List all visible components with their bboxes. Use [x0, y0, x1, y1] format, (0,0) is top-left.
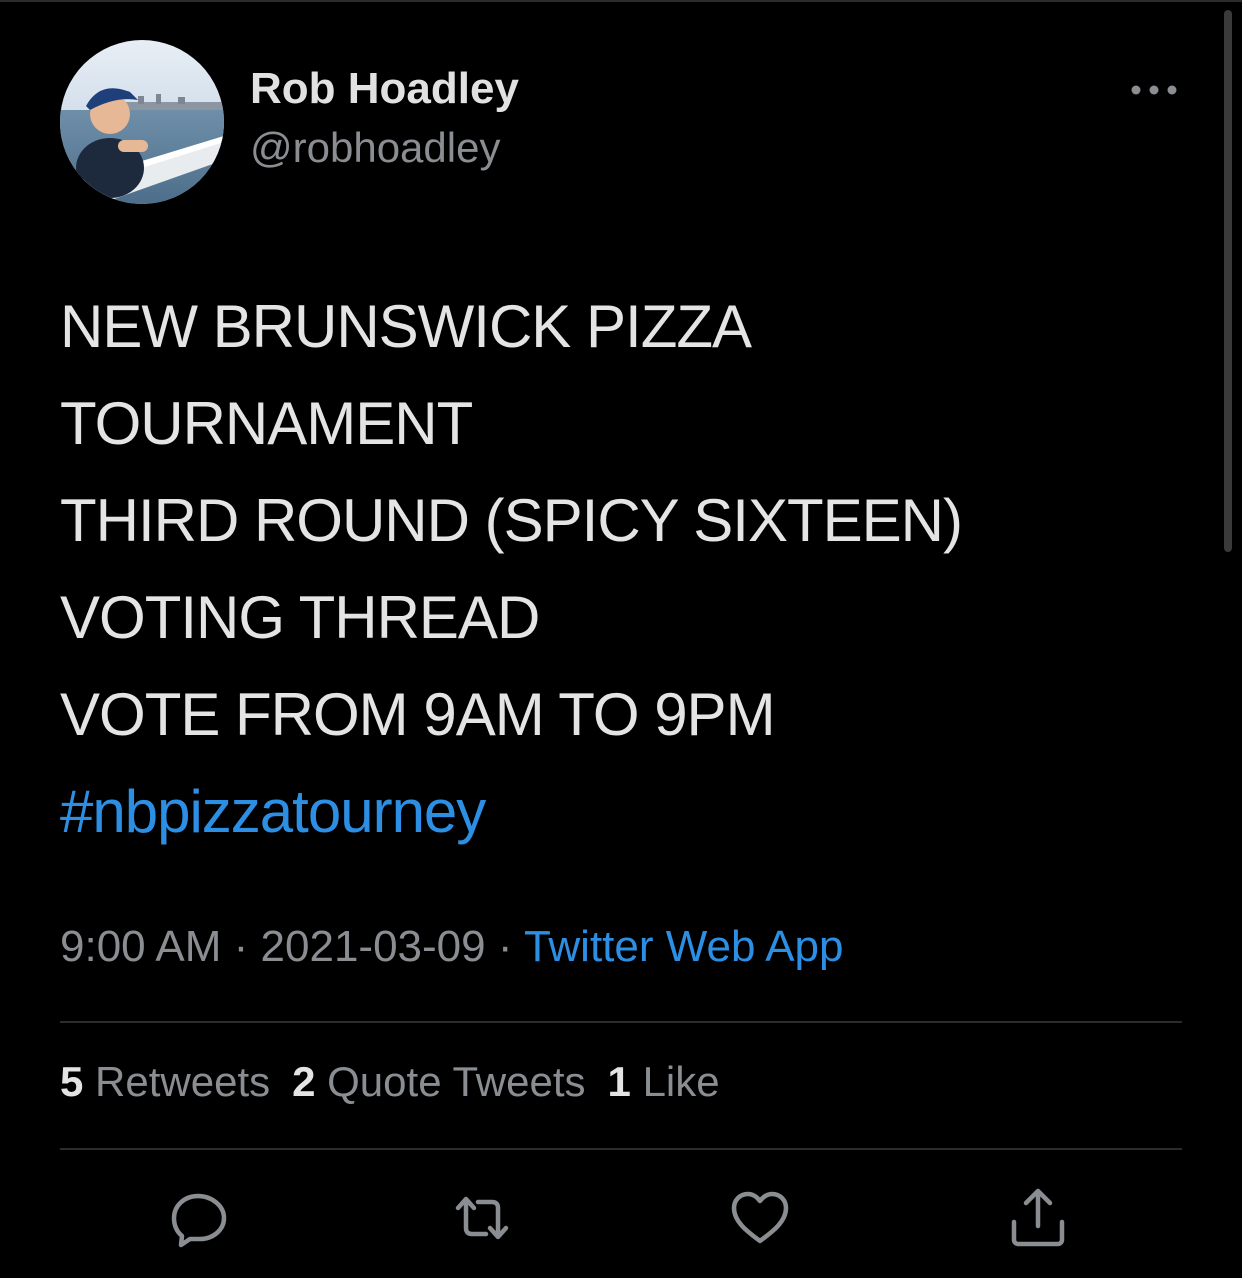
- top-border: [0, 0, 1242, 2]
- retweet-button[interactable]: [450, 1186, 514, 1250]
- tweet-time[interactable]: 9:00 AM: [60, 922, 221, 971]
- tweet-line: VOTE FROM 9AM TO 9PM: [60, 681, 776, 748]
- engagement-stats: 5 Retweets 2 Quote Tweets 1 Like: [60, 1058, 742, 1106]
- quote-tweets-label: Quote Tweets: [327, 1058, 586, 1105]
- divider: [60, 1021, 1182, 1023]
- likes-stat[interactable]: 1 Like: [608, 1058, 720, 1106]
- heart-icon: [731, 1191, 789, 1244]
- hashtag-link[interactable]: #nbpizzatourney: [60, 763, 1180, 860]
- author-name[interactable]: Rob Hoadley: [250, 64, 519, 114]
- share-button[interactable]: [1006, 1186, 1070, 1250]
- quote-tweets-stat[interactable]: 2 Quote Tweets: [292, 1058, 585, 1106]
- tweet-line: TOURNAMENT: [60, 390, 473, 457]
- quote-tweets-count: 2: [292, 1058, 316, 1105]
- more-options-button[interactable]: [1126, 70, 1182, 110]
- tweet-line: THIRD ROUND (SPICY SIXTEEN): [60, 487, 963, 554]
- reply-button[interactable]: [168, 1186, 232, 1250]
- tweet-text: NEW BRUNSWICK PIZZA TOURNAMENT THIRD ROU…: [60, 278, 1180, 860]
- author-handle[interactable]: @robhoadley: [250, 124, 500, 172]
- share-icon: [1011, 1188, 1065, 1247]
- tweet-line: VOTING THREAD: [60, 584, 540, 651]
- likes-count: 1: [607, 1058, 631, 1105]
- like-button[interactable]: [728, 1186, 792, 1250]
- more-dots-icon: [1131, 85, 1177, 95]
- avatar[interactable]: [60, 40, 224, 204]
- tweet-metadata: 9:00 AM · 2021-03-09 · Twitter Web App: [60, 922, 844, 972]
- reply-icon: [171, 1193, 227, 1248]
- separator-dot: ·: [221, 922, 261, 971]
- retweet-icon: [455, 1196, 509, 1240]
- tweet-date[interactable]: 2021-03-09: [261, 922, 486, 971]
- divider: [60, 1148, 1182, 1150]
- retweets-count: 5: [60, 1058, 84, 1105]
- likes-label: Like: [642, 1058, 720, 1105]
- avatar-photo: [60, 40, 224, 204]
- retweets-stat[interactable]: 5 Retweets: [60, 1058, 270, 1106]
- retweets-label: Retweets: [95, 1058, 271, 1105]
- scrollbar[interactable]: [1224, 10, 1232, 552]
- tweet-line: NEW BRUNSWICK PIZZA: [60, 293, 752, 360]
- tweet-source-link[interactable]: Twitter Web App: [524, 922, 844, 971]
- separator-dot: ·: [485, 922, 524, 971]
